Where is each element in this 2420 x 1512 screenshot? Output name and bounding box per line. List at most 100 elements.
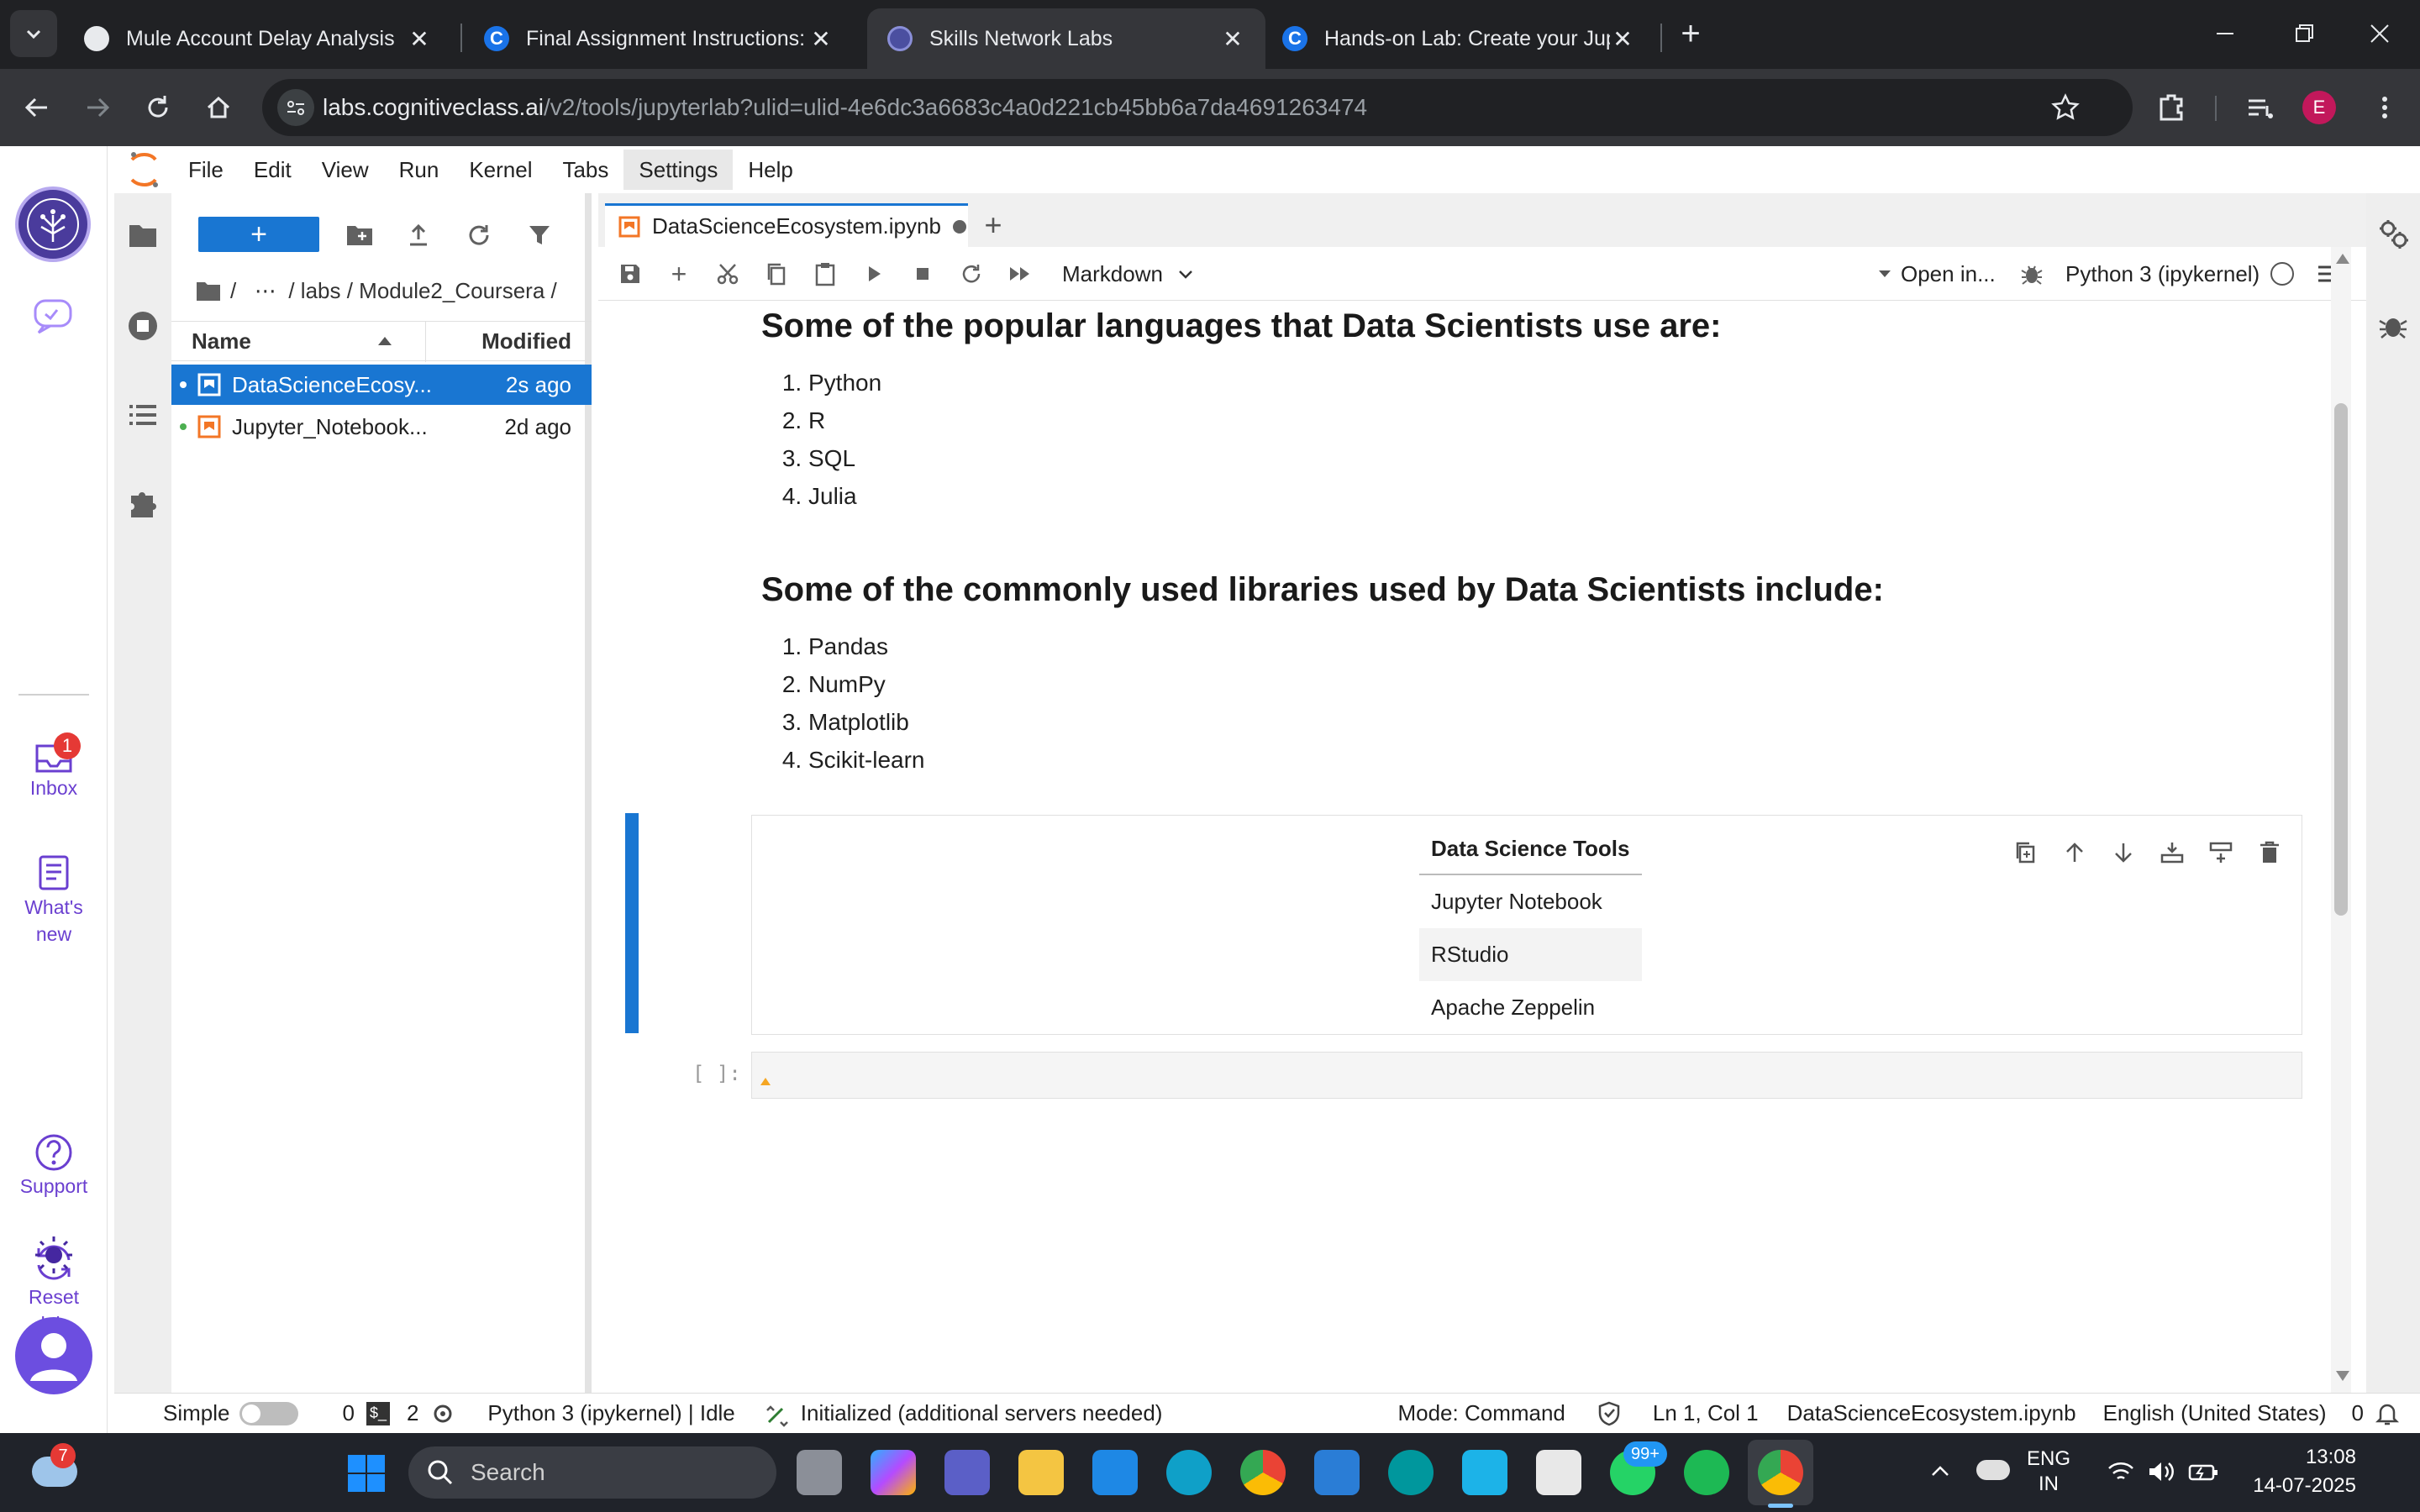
lsp-status-text[interactable]: Initialized (additional servers needed) [801, 1400, 1163, 1426]
property-inspector-icon[interactable] [2378, 218, 2410, 250]
chrome-menu-button[interactable] [2366, 89, 2403, 126]
simple-mode-toggle[interactable] [239, 1401, 299, 1425]
browser-tab-active[interactable]: Skills Network Labs ✕ [867, 8, 1265, 69]
new-tab-button[interactable]: + [1672, 15, 1709, 52]
extension-manager-icon[interactable] [126, 486, 160, 519]
cursor-position[interactable]: Ln 1, Col 1 [1653, 1400, 1759, 1426]
name-column-header[interactable]: Name [192, 328, 251, 354]
document-app-icon[interactable] [1536, 1450, 1581, 1495]
breadcrumb-path[interactable]: / ⋯ / labs / Module2_Coursera / [230, 278, 557, 304]
home-button[interactable] [200, 89, 237, 126]
folder-icon[interactable] [195, 279, 222, 302]
markdown-cell-languages[interactable]: Some of the popular languages that Data … [761, 307, 2274, 515]
menu-file[interactable]: File [173, 150, 239, 190]
chrome-icon[interactable] [1240, 1450, 1286, 1495]
scroll-down-icon[interactable] [2336, 1371, 2349, 1381]
kernel-status[interactable]: Python 3 (ipykernel) | Idle [487, 1400, 734, 1426]
inbox-button[interactable]: 1 Inbox [0, 732, 108, 801]
refresh-button[interactable] [459, 215, 499, 255]
tab-search-button[interactable] [10, 10, 57, 57]
restart-run-all-button[interactable] [1003, 257, 1037, 291]
new-launcher-button[interactable]: + [198, 217, 319, 252]
chrome-active-icon[interactable] [1758, 1450, 1803, 1495]
close-icon[interactable]: ✕ [1220, 25, 1245, 53]
wifi-icon[interactable] [2106, 1458, 2136, 1485]
taskbar-search-box[interactable]: Search [408, 1446, 776, 1499]
insert-cell-button[interactable]: + [662, 257, 696, 291]
address-bar[interactable]: labs.cognitiveclass.ai/v2/tools/jupyterl… [262, 79, 2133, 136]
input-language[interactable]: ENG IN [2027, 1446, 2070, 1497]
browser-tab[interactable]: C Final Assignment Instructions: C ✕ [464, 8, 854, 69]
support-button[interactable]: Support [0, 1132, 108, 1200]
new-folder-button[interactable] [339, 215, 380, 255]
markdown-cell-libraries[interactable]: Some of the commonly used libraries used… [761, 571, 2274, 779]
notebook-scrollbar[interactable] [2331, 247, 2351, 1393]
profile-avatar[interactable]: E [2302, 91, 2336, 124]
kernel-name-button[interactable]: Python 3 (ipykernel) [2065, 257, 2260, 291]
media-controls-button[interactable] [2242, 89, 2279, 126]
code-cell-editor[interactable] [751, 1052, 2302, 1099]
file-row[interactable]: Jupyter_Notebook... 2d ago [171, 407, 592, 447]
edge-icon[interactable] [1166, 1450, 1212, 1495]
markdown-cell-table[interactable]: Data Science Tools Jupyter Notebook RStu… [751, 815, 2302, 1035]
copilot-icon[interactable] [871, 1450, 916, 1495]
menu-settings[interactable]: Settings [623, 150, 734, 190]
back-button[interactable] [18, 89, 55, 126]
lsp-status-icon[interactable] [764, 1400, 791, 1427]
menu-help[interactable]: Help [733, 150, 808, 190]
scrollbar-thumb[interactable] [2334, 403, 2348, 916]
system-clock[interactable]: 13:08 14-07-2025 [2249, 1443, 2356, 1500]
close-icon[interactable]: ✕ [1610, 25, 1635, 53]
insert-cell-below-button[interactable] [2206, 837, 2236, 868]
menu-tabs[interactable]: Tabs [547, 150, 623, 190]
teams-icon[interactable] [944, 1450, 990, 1495]
copy-button[interactable] [760, 257, 793, 291]
scroll-up-icon[interactable] [2336, 254, 2349, 264]
extensions-button[interactable] [2153, 87, 2191, 126]
running-kernels-count[interactable]: 0 [342, 1400, 354, 1426]
reload-button[interactable] [139, 89, 176, 126]
file-browser-tab-icon[interactable] [126, 218, 160, 252]
menu-run[interactable]: Run [384, 150, 455, 190]
delete-cell-button[interactable] [2254, 837, 2285, 868]
theme-toggle-icon[interactable] [30, 1231, 77, 1278]
browser-tab[interactable]: C Hands-on Lab: Create your Jupy ✕ [1262, 8, 1655, 69]
unsaved-dot-icon[interactable] [952, 219, 966, 234]
modified-column-header[interactable]: Modified [481, 328, 571, 354]
open-in-dropdown[interactable]: Open in... [1877, 257, 1996, 291]
move-cell-down-button[interactable] [2108, 837, 2139, 868]
tab-notebook[interactable]: DataScienceEcosystem.ipynb [605, 203, 968, 247]
add-tab-button[interactable]: + [968, 203, 1018, 247]
restore-button[interactable] [2286, 15, 2323, 52]
filter-button[interactable] [519, 215, 560, 255]
site-info-icon[interactable] [277, 89, 314, 126]
microsoft-store-icon[interactable] [1092, 1450, 1138, 1495]
gear-icon[interactable] [430, 1401, 455, 1426]
cut-button[interactable] [711, 257, 744, 291]
close-icon[interactable]: ✕ [407, 25, 432, 53]
stop-button[interactable] [906, 257, 939, 291]
insert-cell-above-button[interactable] [2157, 837, 2187, 868]
browser-tab[interactable]: Mule Account Delay Analysis ✕ [64, 8, 452, 69]
bookmark-star-icon[interactable] [2047, 89, 2084, 126]
user-avatar[interactable] [15, 1317, 92, 1394]
save-button[interactable] [613, 257, 647, 291]
run-button[interactable] [857, 257, 891, 291]
battery-icon[interactable] [2186, 1458, 2220, 1485]
chat-assistant-icon[interactable] [32, 297, 76, 334]
notification-count[interactable]: 0 [2352, 1400, 2364, 1426]
app-icon[interactable] [1462, 1450, 1507, 1495]
start-button[interactable] [346, 1453, 387, 1494]
vscode-icon[interactable] [1314, 1450, 1360, 1495]
volume-icon[interactable] [2146, 1458, 2176, 1485]
file-explorer-icon[interactable] [1018, 1450, 1064, 1495]
cell-type-dropdown[interactable]: Markdown [1062, 257, 1197, 291]
active-cell-indicator[interactable] [625, 813, 639, 1033]
menu-view[interactable]: View [307, 150, 384, 190]
forward-button[interactable] [79, 89, 116, 126]
restart-button[interactable] [955, 257, 988, 291]
move-cell-up-button[interactable] [2060, 837, 2090, 868]
minimize-button[interactable] [2207, 15, 2244, 52]
whats-new-button[interactable]: What's new [0, 852, 108, 948]
onedrive-icon[interactable] [1976, 1460, 2010, 1480]
